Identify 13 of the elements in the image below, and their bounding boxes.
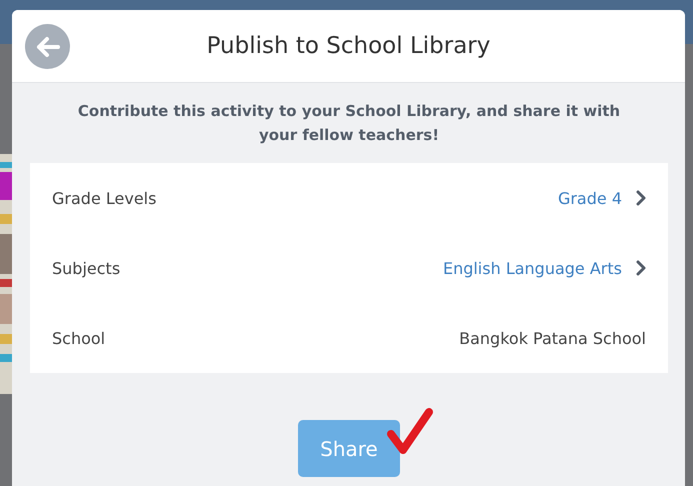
back-arrow-icon [34, 36, 60, 58]
field-label: Grade Levels [52, 188, 158, 208]
intro-text: Contribute this activity to your School Library, and share it with your fellow teachers! [76, 101, 622, 146]
back-button[interactable] [25, 24, 70, 69]
field-value: Bangkok Patana School [459, 328, 646, 348]
dialog-title: Publish to School Library [206, 33, 490, 59]
field-link[interactable]: English Language Arts [442, 258, 622, 278]
chevron-right-icon [636, 260, 646, 276]
field-label: School [52, 328, 106, 348]
field-label: Subjects [52, 258, 122, 278]
chevron-right-icon [636, 190, 646, 206]
field-link[interactable]: Grade 4 [558, 188, 622, 208]
share-button[interactable]: Share [298, 420, 400, 477]
